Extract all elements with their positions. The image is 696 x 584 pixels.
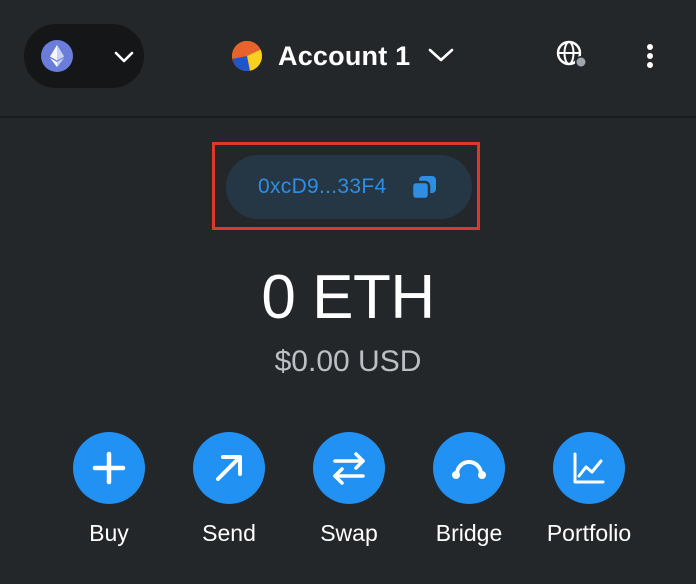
account-address: 0xcD9...33F4 (258, 175, 387, 198)
send-button[interactable]: Send (169, 432, 289, 562)
chart-line-icon (553, 432, 625, 504)
kebab-dot (647, 44, 653, 50)
account-avatar (232, 41, 262, 71)
copy-address-button[interactable]: 0xcD9...33F4 (226, 155, 472, 219)
ethereum-icon (41, 40, 73, 72)
swap-button[interactable]: Swap (289, 432, 409, 562)
kebab-dot (647, 53, 653, 59)
swap-arrows-icon (313, 432, 385, 504)
send-label: Send (202, 520, 256, 546)
balance-fiat: $0.00 USD (274, 345, 422, 378)
bridge-label: Bridge (435, 520, 503, 546)
plus-icon (73, 432, 145, 504)
swap-label: Swap (320, 520, 378, 546)
account-name: Account 1 (278, 40, 411, 71)
bridge-button[interactable]: Bridge (409, 432, 529, 562)
action-bar: Buy Send Swap Bridge Portfolio (0, 432, 696, 562)
kebab-menu-icon[interactable] (638, 40, 662, 72)
buy-button[interactable]: Buy (49, 432, 169, 562)
chevron-down-icon (428, 47, 454, 68)
account-menu-button[interactable]: Account 1 (232, 34, 454, 78)
chevron-down-icon (114, 50, 134, 68)
arrow-up-right-icon (193, 432, 265, 504)
portfolio-button[interactable]: Portfolio (529, 432, 649, 562)
globe-icon[interactable] (556, 40, 590, 72)
balance-primary: 0 ETH (261, 263, 435, 332)
kebab-dot (647, 62, 653, 68)
buy-label: Buy (89, 520, 129, 546)
portfolio-label: Portfolio (546, 520, 632, 546)
app-header: Account 1 (0, 0, 696, 118)
copy-icon (410, 174, 438, 202)
bridge-icon (433, 432, 505, 504)
network-picker-button[interactable] (24, 24, 144, 88)
